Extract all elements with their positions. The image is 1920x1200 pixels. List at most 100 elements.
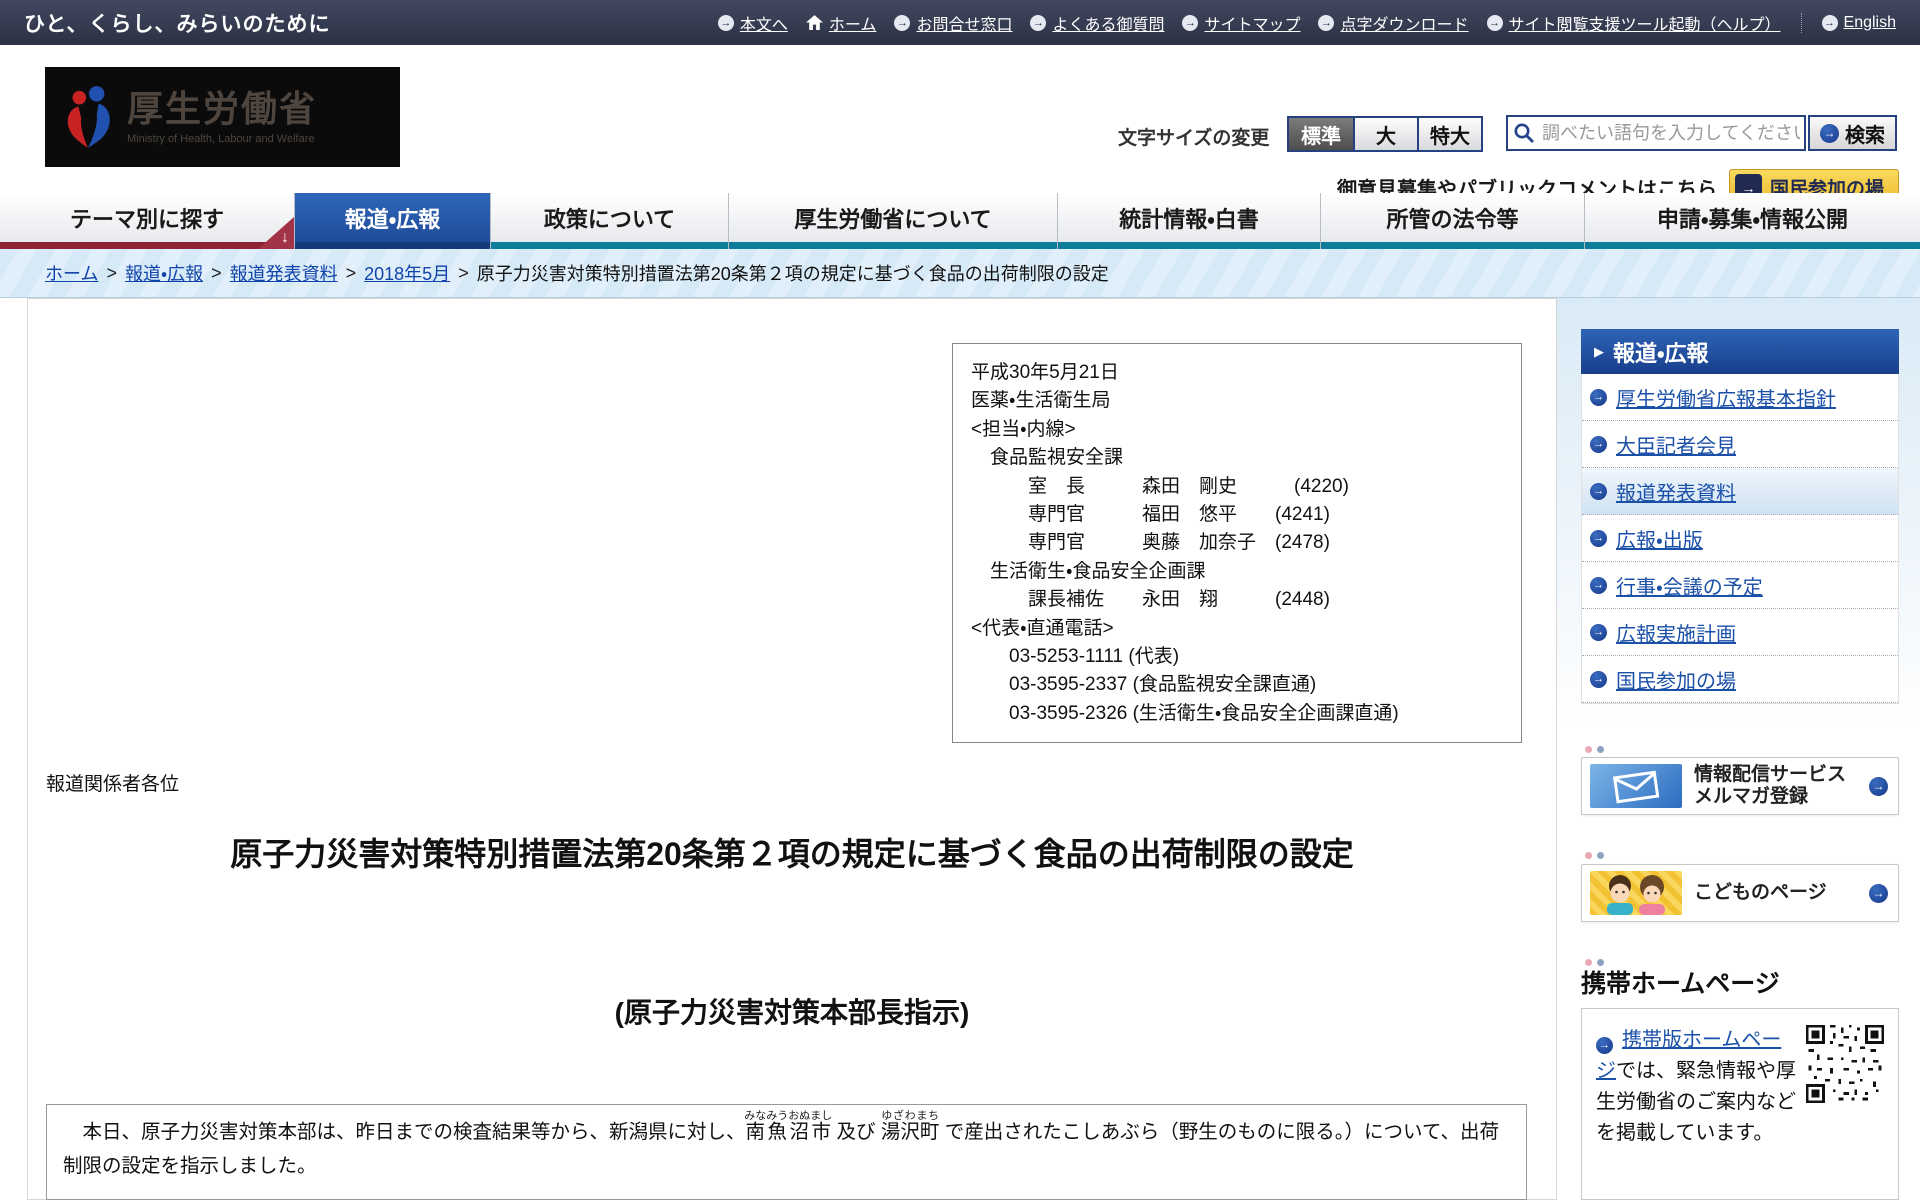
mailmag-banner[interactable]: 情報配信サービス メルマガ登録 bbox=[1581, 757, 1899, 815]
logo-subtitle: Ministry of Health, Labour and Welfare bbox=[127, 132, 315, 145]
mhlw-page: ひと、くらし、みらいのために 本文へ ホーム お問合せ窓口 よくある御質問 bbox=[0, 0, 1920, 1200]
arrow-icon bbox=[1821, 14, 1838, 31]
sidebar-item-minister-press[interactable]: 大臣記者会見 bbox=[1582, 421, 1898, 468]
kids-icon bbox=[1590, 871, 1682, 915]
announcement-body-box: 本日、原子力災害対策本部は、昨日までの検査結果等から、新潟県に対し、南魚沼市みな… bbox=[46, 1104, 1527, 1200]
arrow-icon bbox=[1030, 14, 1047, 31]
arrow-icon bbox=[894, 14, 911, 31]
link-faq[interactable]: よくある御質問 bbox=[1030, 11, 1164, 35]
breadcrumb-separator: > bbox=[211, 262, 222, 283]
arrow-icon bbox=[1590, 388, 1607, 406]
breadcrumb-press-releases[interactable]: 報道発表資料 bbox=[230, 260, 338, 286]
sidebar-item-pr-policy[interactable]: 厚生労働省広報基本指針 bbox=[1582, 374, 1898, 421]
arrow-icon bbox=[1590, 576, 1607, 594]
chevron-down-icon bbox=[258, 217, 294, 249]
arrow-icon bbox=[1318, 14, 1335, 31]
tab-policies[interactable]: 政策について bbox=[491, 193, 729, 249]
arrow-icon bbox=[1590, 670, 1607, 688]
home-icon bbox=[805, 15, 823, 30]
link-accessibility-tool[interactable]: サイト閲覧支援ツール起動（ヘルプ） bbox=[1486, 11, 1781, 35]
envelope-icon bbox=[1590, 764, 1682, 808]
search-button[interactable]: 検索 bbox=[1808, 115, 1897, 151]
site-tagline: ひと、くらし、みらいのために bbox=[24, 12, 331, 36]
tab-theme-search[interactable]: テーマ別に探す bbox=[0, 193, 295, 249]
qr-code bbox=[1806, 1025, 1884, 1103]
arrow-icon bbox=[1590, 529, 1607, 547]
breadcrumb-separator: > bbox=[458, 262, 469, 283]
site-search: 検索 bbox=[1506, 115, 1897, 151]
breadcrumb-separator: > bbox=[345, 262, 357, 283]
arrow-icon bbox=[1590, 623, 1607, 641]
font-size-switcher: 標準 大 特大 bbox=[1287, 116, 1483, 152]
arrow-icon bbox=[1590, 482, 1607, 500]
body-text-part1: 本日、原子力災害対策本部は、昨日までの検査結果等から、新潟県に対し、 bbox=[63, 1121, 746, 1143]
site-header: 厚生労働省 Ministry of Health, Labour and Wel… bbox=[0, 45, 1920, 206]
logo-title: 厚生労働省 bbox=[127, 88, 318, 130]
mhlw-logo[interactable]: 厚生労働省 Ministry of Health, Labour and Wel… bbox=[45, 67, 400, 167]
mobile-homepage-heading: 携帯ホームページ bbox=[1581, 970, 1780, 998]
mobile-homepage-box: 携帯版ホームページでは、緊急情報や厚生労働省のご案内などを掲載しています。 bbox=[1581, 1008, 1899, 1200]
arrow-icon bbox=[1596, 1037, 1613, 1054]
salutation: 報道関係者各位 bbox=[46, 774, 180, 795]
sidebar-item-press-releases[interactable]: 報道発表資料 bbox=[1582, 468, 1898, 515]
page-title: 原子力災害対策特別措置法第20条第２項の規定に基づく食品の出荷制限の設定 bbox=[230, 836, 1354, 872]
arrow-icon bbox=[1869, 883, 1888, 903]
font-size-standard-button[interactable]: 標準 bbox=[1289, 118, 1353, 150]
tab-statistics[interactable]: 統計情報・白書 bbox=[1058, 193, 1321, 249]
sidebar-item-public-participation[interactable]: 国民参加の場 bbox=[1582, 656, 1898, 703]
breadcrumb: ホーム > 報道・広報 > 報道発表資料 > 2018年5月 > 原子力災害対策… bbox=[0, 249, 1920, 298]
link-contact[interactable]: お問合せ窓口 bbox=[894, 11, 1012, 35]
top-utility-bar: ひと、くらし、みらいのために 本文へ ホーム お問合せ窓口 よくある御質問 bbox=[0, 0, 1920, 45]
link-braille-download[interactable]: 点字ダウンロード bbox=[1318, 11, 1469, 35]
link-home[interactable]: ホーム bbox=[805, 11, 876, 35]
arrow-icon bbox=[1182, 14, 1199, 31]
kids-banner-label: こどものページ bbox=[1694, 882, 1827, 903]
tab-laws[interactable]: 所管の法令等 bbox=[1321, 193, 1585, 249]
font-size-xlarge-button[interactable]: 特大 bbox=[1417, 118, 1481, 150]
top-utility-links: 本文へ ホーム お問合せ窓口 よくある御質問 サイトマップ bbox=[717, 11, 1896, 35]
tab-about-mhlw[interactable]: 厚生労働省について bbox=[729, 193, 1058, 249]
arrow-icon bbox=[1590, 435, 1607, 453]
arrow-icon bbox=[1869, 776, 1888, 796]
sidebar-item-pr-publishing[interactable]: 広報・出版 bbox=[1582, 515, 1898, 562]
mhlw-heart-figures-icon bbox=[59, 83, 117, 151]
tab-applications[interactable]: 申請・募集・情報公開 bbox=[1585, 193, 1920, 249]
sidebar-press-pr: 報道・広報 厚生労働省広報基本指針 大臣記者会見 報道発表資料 広報・出版 行事… bbox=[1581, 329, 1899, 966]
tab-press-pr[interactable]: 報道・広報 bbox=[295, 193, 491, 249]
logo-text: 厚生労働省 Ministry of Health, Labour and Wel… bbox=[127, 89, 317, 145]
ruby-yuzawa: 湯沢町ゆざわまち bbox=[880, 1110, 940, 1143]
mailmag-banner-label: 情報配信サービス メルマガ登録 bbox=[1694, 764, 1847, 807]
press-contact-box: 平成30年5月21日 医薬・生活衛生局 <担当・内線> 食品監視安全課 室 長 … bbox=[952, 343, 1522, 743]
mobile-homepage-description: では、緊急情報や厚生労働省のご案内などを掲載しています。 bbox=[1596, 1060, 1796, 1144]
search-box bbox=[1506, 115, 1806, 151]
font-size-large-button[interactable]: 大 bbox=[1353, 118, 1417, 150]
arrow-icon bbox=[717, 14, 734, 31]
breadcrumb-2018-may[interactable]: 2018年5月 bbox=[364, 260, 450, 286]
link-english[interactable]: English bbox=[1821, 14, 1896, 32]
sidebar-header: 報道・広報 bbox=[1581, 329, 1899, 374]
link-sitemap[interactable]: サイトマップ bbox=[1182, 11, 1300, 35]
sidebar-item-events-schedule[interactable]: 行事・会議の予定 bbox=[1582, 562, 1898, 609]
breadcrumb-home[interactable]: ホーム bbox=[45, 260, 98, 286]
search-button-label: 検索 bbox=[1845, 124, 1885, 147]
search-icon bbox=[1513, 122, 1535, 149]
body-text-part2: 及び bbox=[831, 1121, 881, 1143]
breadcrumb-current: 原子力災害対策特別措置法第20条第２項の規定に基づく食品の出荷制限の設定 bbox=[476, 264, 1109, 284]
decorative-dots bbox=[1585, 740, 1609, 758]
ruby-minamiuonuma: 南魚沼市みなみうおぬまし bbox=[744, 1110, 833, 1143]
sidebar-item-pr-plan[interactable]: 広報実施計画 bbox=[1582, 609, 1898, 656]
link-main-content[interactable]: 本文へ bbox=[717, 11, 788, 35]
sidebar-menu: 厚生労働省広報基本指針 大臣記者会見 報道発表資料 広報・出版 行事・会議の予定… bbox=[1581, 374, 1899, 704]
main-content: 平成30年5月21日 医薬・生活衛生局 <担当・内線> 食品監視安全課 室 長 … bbox=[27, 298, 1557, 1200]
decorative-dots bbox=[1585, 846, 1609, 864]
breadcrumb-press-pr[interactable]: 報道・広報 bbox=[125, 260, 203, 286]
divider bbox=[1800, 12, 1802, 33]
arrow-icon bbox=[1486, 14, 1503, 31]
kids-page-banner[interactable]: こどものページ bbox=[1581, 864, 1899, 922]
breadcrumb-separator: > bbox=[106, 262, 117, 283]
arrow-icon bbox=[1820, 123, 1839, 143]
font-size-label: 文字サイズの変更 bbox=[1118, 128, 1270, 149]
page-subtitle: (原子力災害対策本部長指示) bbox=[614, 997, 970, 1028]
global-nav: テーマ別に探す 報道・広報 政策について 厚生労働省について 統計情報・白書 所… bbox=[0, 193, 1920, 249]
search-input[interactable] bbox=[1506, 115, 1806, 151]
